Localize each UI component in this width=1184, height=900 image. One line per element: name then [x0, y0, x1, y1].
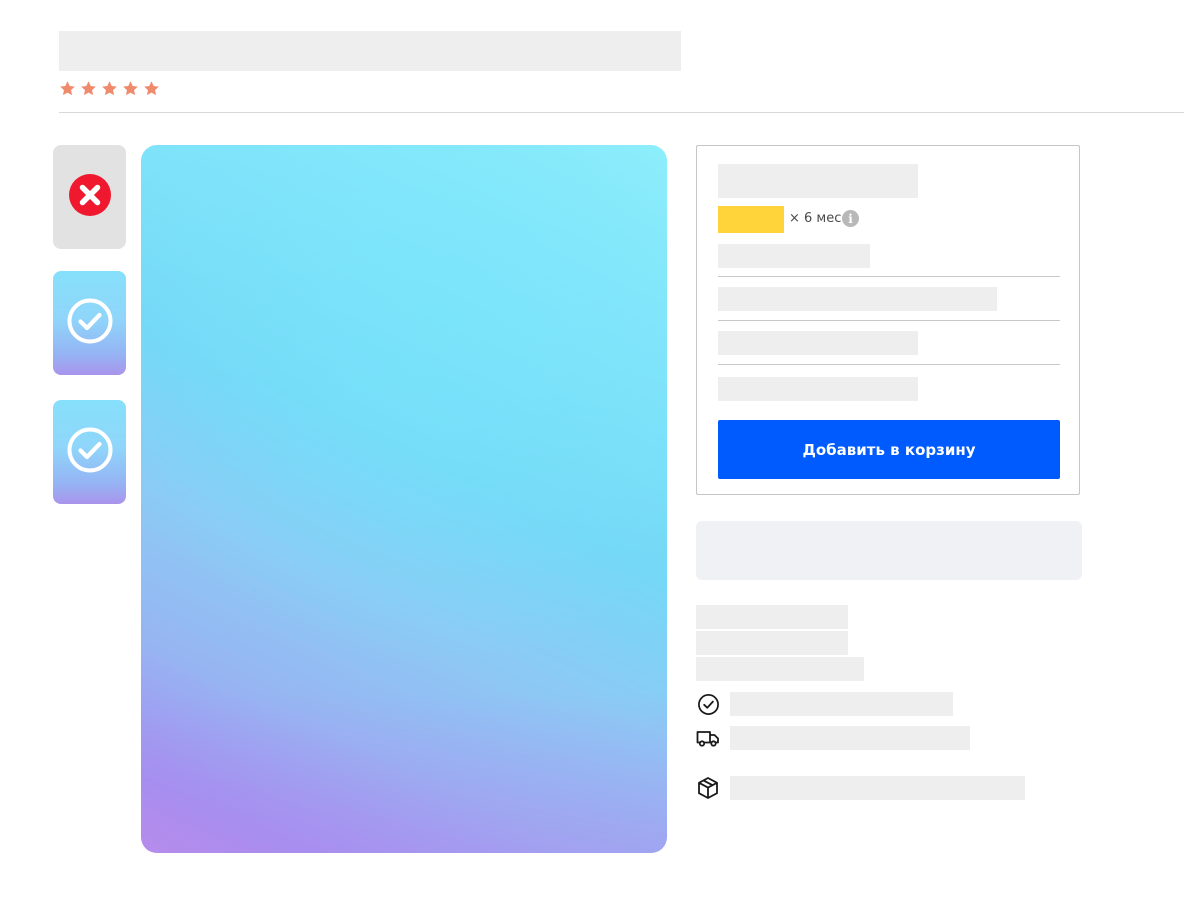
star-icon	[143, 80, 160, 97]
buy-box-divider	[718, 364, 1060, 365]
box-icon	[696, 776, 720, 800]
feature-line-placeholder	[730, 692, 953, 716]
info-line-placeholder	[696, 605, 848, 629]
thumbnail-approved[interactable]	[53, 271, 126, 375]
thumbnail-rejected[interactable]	[53, 145, 126, 249]
star-icon	[80, 80, 97, 97]
rating-stars[interactable]	[59, 80, 160, 97]
add-to-cart-button[interactable]: Добавить в корзину	[718, 420, 1060, 479]
buy-box-line-placeholder	[718, 287, 997, 311]
check-circle-icon	[67, 298, 113, 349]
info-line-placeholder	[696, 631, 848, 655]
buy-box-line-placeholder	[718, 331, 918, 355]
feature-line-placeholder	[730, 776, 1025, 800]
close-circle-icon	[68, 173, 112, 222]
buy-box-line-placeholder	[718, 377, 918, 401]
buy-box: × 6 мес i Добавить в корзину	[696, 145, 1080, 495]
buy-box-divider	[718, 320, 1060, 321]
header-divider	[59, 112, 1184, 113]
star-icon	[122, 80, 139, 97]
promo-block-placeholder	[696, 521, 1082, 580]
info-icon[interactable]: i	[842, 210, 859, 227]
installment-price-badge	[718, 206, 784, 233]
price-placeholder	[718, 164, 918, 198]
check-circle-icon	[67, 427, 113, 478]
installment-term: × 6 мес	[789, 211, 842, 226]
star-icon	[101, 80, 118, 97]
check-circle-icon	[696, 692, 720, 716]
product-main-image[interactable]	[141, 145, 667, 853]
truck-icon	[696, 726, 720, 750]
thumbnail-approved[interactable]	[53, 400, 126, 504]
feature-line-placeholder	[730, 726, 970, 750]
star-icon	[59, 80, 76, 97]
buy-box-line-placeholder	[718, 244, 870, 268]
product-title-placeholder	[59, 31, 681, 71]
buy-box-divider	[718, 276, 1060, 277]
info-line-placeholder	[696, 657, 864, 681]
